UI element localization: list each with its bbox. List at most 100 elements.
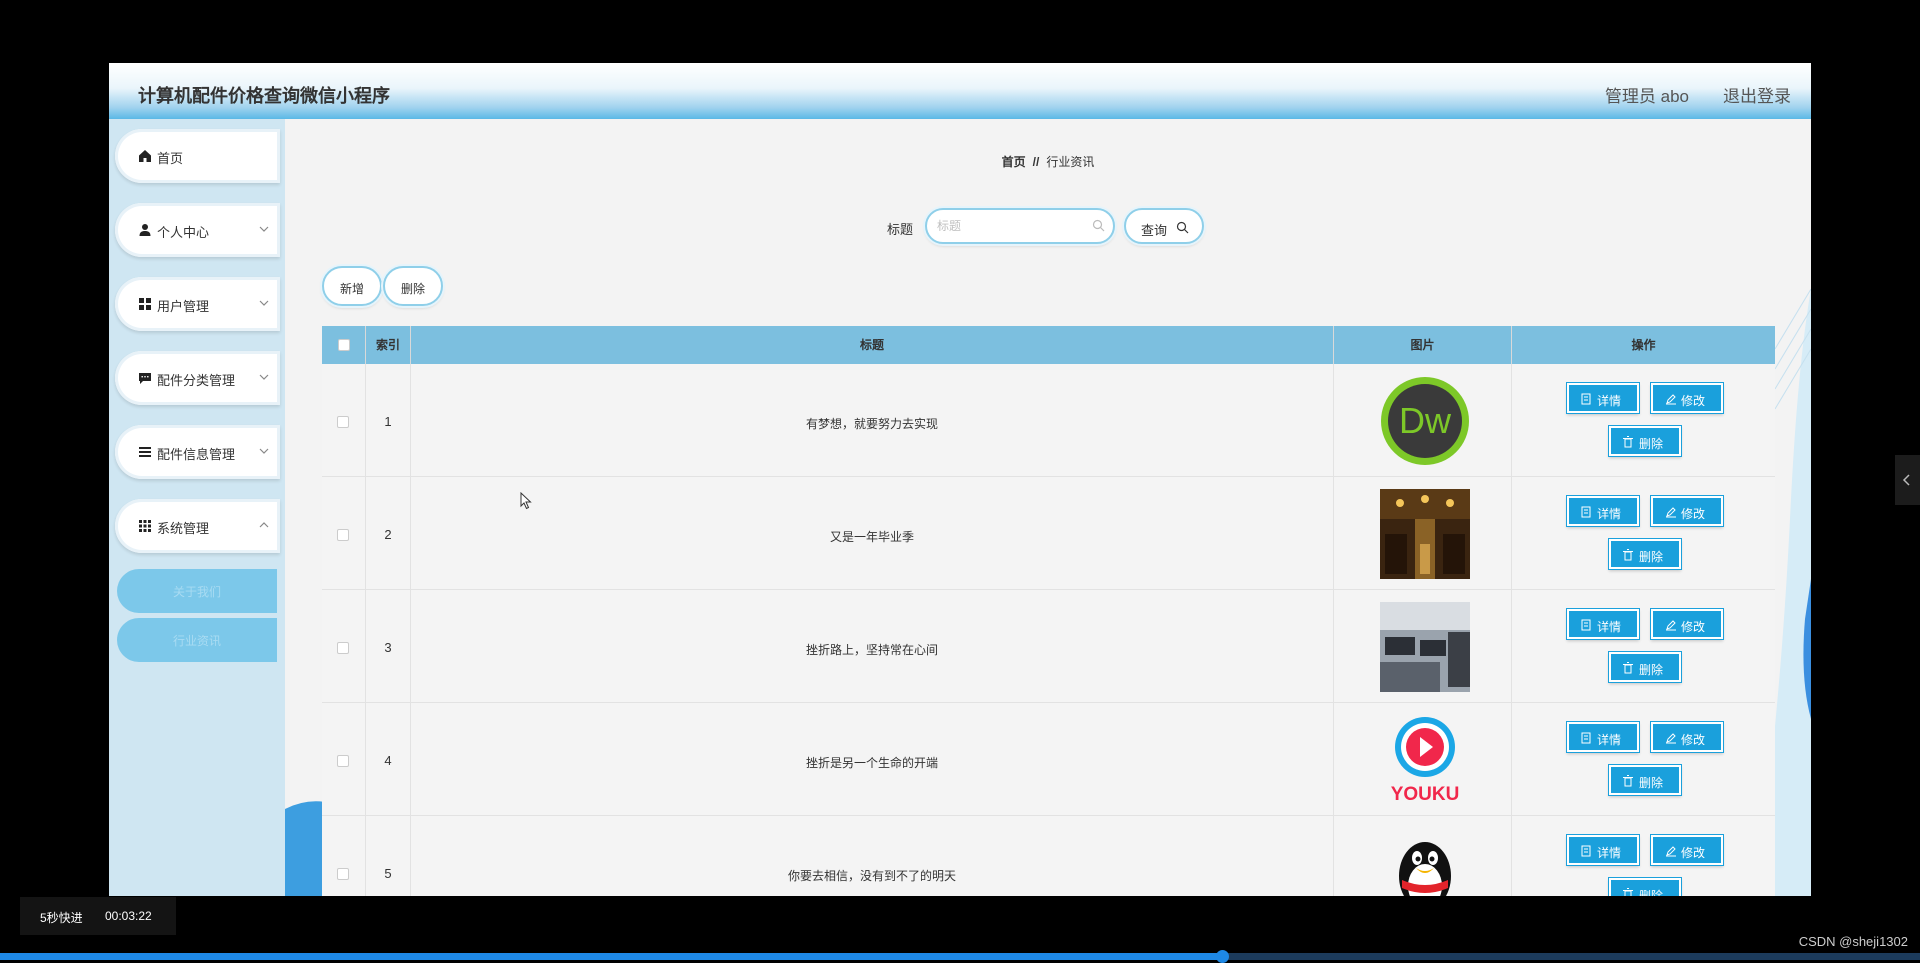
sidebar-item-personal-center[interactable]: 个人中心 xyxy=(115,203,280,257)
breadcrumb-home[interactable]: 首页 xyxy=(1002,155,1026,169)
edit-button[interactable]: 修改 xyxy=(1651,496,1723,526)
document-icon xyxy=(1581,393,1591,405)
table-header: 索引 标题 图片 操作 xyxy=(322,326,1775,364)
breadcrumb-separator: // xyxy=(1032,155,1040,169)
trash-icon xyxy=(1623,436,1633,448)
delete-button-label: 删除 xyxy=(1639,889,1664,896)
search-label: 标题 xyxy=(887,222,914,237)
row-title: 有梦想，就要努力去实现 xyxy=(805,417,938,431)
table-row: 4 挫折是另一个生命的开端 YOUKU 详情 修改 删除 xyxy=(322,703,1775,816)
chevron-down-icon xyxy=(259,448,269,454)
query-button-label: 查询 xyxy=(1141,223,1168,238)
news-table: 索引 标题 图片 操作 1 有梦想，就要努力去实现 Dw 详情 修改 删除 2 … xyxy=(322,326,1775,896)
row-checkbox[interactable] xyxy=(337,529,349,541)
row-checkbox[interactable] xyxy=(337,642,349,654)
add-button[interactable]: 新增 xyxy=(322,266,382,306)
sidebar-item-system-management[interactable]: 系统管理 xyxy=(115,499,280,553)
detail-button[interactable]: 详情 xyxy=(1567,609,1639,639)
query-button[interactable]: 查询 xyxy=(1124,208,1204,244)
breadcrumb: 首页 // 行业资讯 xyxy=(285,153,1811,170)
row-checkbox[interactable] xyxy=(337,868,349,880)
delete-button[interactable]: 删除 xyxy=(1609,652,1681,682)
sidebar-subitem-about-us[interactable]: 关于我们 xyxy=(117,569,277,613)
edit-button[interactable]: 修改 xyxy=(1651,609,1723,639)
search-icon xyxy=(1176,221,1189,234)
detail-button[interactable]: 详情 xyxy=(1567,835,1639,865)
edit-button-label: 修改 xyxy=(1681,394,1706,408)
row-title: 挫折路上，坚持常在心间 xyxy=(805,643,938,657)
column-header-actions: 操作 xyxy=(1631,338,1656,352)
detail-button-label: 详情 xyxy=(1597,394,1622,408)
delete-button[interactable]: 删除 xyxy=(1609,765,1681,795)
detail-button-label: 详情 xyxy=(1597,733,1622,747)
edit-button[interactable]: 修改 xyxy=(1651,835,1723,865)
sidebar-item-label: 用户管理 xyxy=(157,299,210,314)
restaurant-photo-image xyxy=(1380,489,1470,579)
document-icon xyxy=(1581,732,1591,744)
detail-button[interactable]: 详情 xyxy=(1567,383,1639,413)
detail-button[interactable]: 详情 xyxy=(1567,722,1639,752)
sidebar-item-user-management[interactable]: 用户管理 xyxy=(115,277,280,331)
edit-button[interactable]: 修改 xyxy=(1651,383,1723,413)
svg-text:Dw: Dw xyxy=(1399,400,1452,441)
playback-time: 00:03:22 xyxy=(105,909,152,923)
trash-icon xyxy=(1623,662,1633,674)
document-icon xyxy=(1581,845,1591,857)
pencil-icon xyxy=(1666,620,1676,631)
row-index: 1 xyxy=(384,414,392,429)
edit-button[interactable]: 修改 xyxy=(1651,722,1723,752)
row-checkbox[interactable] xyxy=(337,755,349,767)
sidebar-subitem-label: 行业资讯 xyxy=(172,634,221,648)
search-box xyxy=(925,208,1115,244)
detail-button[interactable]: 详情 xyxy=(1567,496,1639,526)
sidebar-item-home[interactable]: 首页 xyxy=(115,129,280,183)
sidebar-subitem-label: 关于我们 xyxy=(172,585,221,599)
delete-button[interactable]: 删除 xyxy=(1609,878,1681,896)
home-icon xyxy=(139,150,151,162)
batch-delete-button[interactable]: 删除 xyxy=(383,266,443,306)
row-checkbox[interactable] xyxy=(337,416,349,428)
sidebar-item-part-info-management[interactable]: 配件信息管理 xyxy=(115,425,280,479)
chevron-up-icon xyxy=(259,522,269,528)
row-index: 2 xyxy=(384,527,392,542)
delete-button[interactable]: 删除 xyxy=(1609,539,1681,569)
sidebar-subitem-industry-news[interactable]: 行业资讯 xyxy=(117,618,277,662)
sidebar-item-label: 系统管理 xyxy=(157,521,210,536)
side-panel-toggle[interactable] xyxy=(1895,455,1920,505)
detail-button-label: 详情 xyxy=(1597,620,1622,634)
progress-fill xyxy=(0,953,1222,960)
trash-icon xyxy=(1623,775,1633,787)
select-all-checkbox[interactable] xyxy=(338,339,350,351)
dw-logo-image: Dw xyxy=(1381,377,1469,465)
svg-text:YOUKU: YOUKU xyxy=(1391,784,1460,805)
player-controls: 5秒快进 00:03:22 xyxy=(20,897,176,935)
breadcrumb-current: 行业资讯 xyxy=(1046,155,1095,169)
sidebar-item-label: 个人中心 xyxy=(157,225,210,240)
select-all-cell xyxy=(322,326,366,364)
table-row: 1 有梦想，就要努力去实现 Dw 详情 修改 删除 xyxy=(322,364,1775,477)
column-header-image: 图片 xyxy=(1334,326,1512,364)
header: 计算机配件价格查询微信小程序 管理员 abo 退出登录 xyxy=(109,63,1811,119)
edit-button-label: 修改 xyxy=(1681,620,1706,634)
progress-handle[interactable] xyxy=(1216,950,1229,963)
sidebar-item-label: 首页 xyxy=(157,151,184,166)
apps-icon xyxy=(139,520,151,532)
table-row: 2 又是一年毕业季 详情 修改 删除 xyxy=(322,477,1775,590)
edit-button-label: 修改 xyxy=(1681,846,1706,860)
delete-button[interactable]: 删除 xyxy=(1609,426,1681,456)
logout-button[interactable]: 退出登录 xyxy=(1723,82,1791,107)
youku-logo-image: YOUKU xyxy=(1391,717,1460,805)
sidebar-item-category-management[interactable]: 配件分类管理 xyxy=(115,351,280,405)
pencil-icon xyxy=(1666,846,1676,857)
detail-button-label: 详情 xyxy=(1597,846,1622,860)
qq-penguin-image xyxy=(1399,842,1451,896)
delete-button-label: 删除 xyxy=(1639,663,1664,677)
fast-forward-button[interactable]: 5秒快进 xyxy=(40,909,83,926)
document-icon xyxy=(1581,506,1591,518)
video-progress-bar[interactable] xyxy=(0,950,1920,963)
chevron-down-icon xyxy=(259,374,269,380)
search-input[interactable] xyxy=(937,217,1087,235)
chevron-down-icon xyxy=(259,300,269,306)
add-button-label: 新增 xyxy=(339,282,364,296)
row-title: 你要去相信，没有到不了的明天 xyxy=(787,869,956,883)
